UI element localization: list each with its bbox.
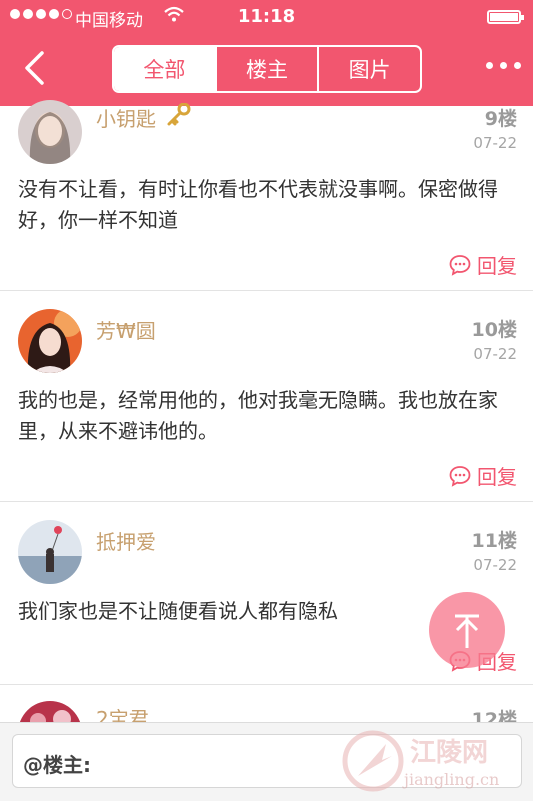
- reply-button[interactable]: 回复: [449, 461, 517, 490]
- chevron-left-icon: [25, 51, 44, 85]
- scroll-to-top-button[interactable]: [429, 592, 505, 668]
- more-dot-icon: [486, 62, 493, 69]
- tab-images[interactable]: 图片: [317, 47, 420, 91]
- battery-icon: [487, 10, 524, 24]
- floor-number: 12楼: [471, 709, 517, 722]
- reply-label: 回复: [477, 254, 517, 278]
- avatar[interactable]: [18, 309, 82, 373]
- status-bar: 中国移动 11:18: [0, 0, 533, 34]
- tab-all[interactable]: 全部: [114, 47, 215, 91]
- watermark-url: jiangling.cn: [404, 770, 500, 789]
- avatar[interactable]: [18, 100, 82, 164]
- avatar[interactable]: [18, 701, 82, 722]
- floor-number: 10楼: [471, 319, 517, 341]
- author-name[interactable]: 芳₩圆: [96, 315, 156, 344]
- key-icon: [165, 102, 191, 131]
- post-item: 芳₩圆 10楼 07-22 我的也是，经常用他的，他对我毫无隐瞒。我也放在家里，…: [0, 291, 533, 502]
- more-dot-icon: [514, 62, 521, 69]
- author-name[interactable]: 抵押爱: [96, 526, 156, 555]
- site-watermark: 江陵网 jiangling.cn: [338, 726, 528, 796]
- more-menu-button[interactable]: [486, 62, 521, 69]
- author-name[interactable]: 小钥匙: [96, 103, 156, 132]
- reply-target-label: @楼主:: [23, 753, 91, 777]
- comment-icon: [449, 465, 471, 487]
- tab-author[interactable]: 楼主: [214, 47, 318, 91]
- more-dot-icon: [500, 62, 507, 69]
- author-name[interactable]: 2宝君: [96, 703, 149, 722]
- watermark-logo-icon: [342, 730, 404, 792]
- arrow-up-icon: [455, 614, 479, 648]
- post-content: 我的也是，经常用他的，他对我毫无隐瞒。我也放在家里，从来不避讳他的。: [18, 388, 498, 443]
- reply-button[interactable]: 回复: [449, 250, 517, 279]
- back-button[interactable]: [18, 48, 58, 88]
- post-item: 2宝君 12楼: [0, 685, 533, 722]
- floor-number: 9楼: [484, 108, 517, 130]
- reply-label: 回复: [477, 465, 517, 489]
- top-bar: 中国移动 11:18 全部 楼主 图片: [0, 0, 533, 106]
- status-time: 11:18: [237, 6, 296, 27]
- post-date: 07-22: [473, 134, 517, 152]
- post-date: 07-22: [473, 345, 517, 363]
- post-date: 07-22: [473, 556, 517, 574]
- post-item: 小钥匙 9楼 07-22 没有不让看，有时让你看也不代表就没事啊。保密做得好，你…: [0, 100, 533, 291]
- avatar[interactable]: [18, 520, 82, 584]
- watermark-brand: 江陵网: [410, 738, 489, 768]
- comment-icon: [449, 254, 471, 276]
- post-content: 没有不让看，有时让你看也不代表就没事啊。保密做得好，你一样不知道: [18, 177, 498, 232]
- floor-number: 11楼: [471, 530, 517, 552]
- filter-tabs: 全部 楼主 图片: [112, 45, 422, 93]
